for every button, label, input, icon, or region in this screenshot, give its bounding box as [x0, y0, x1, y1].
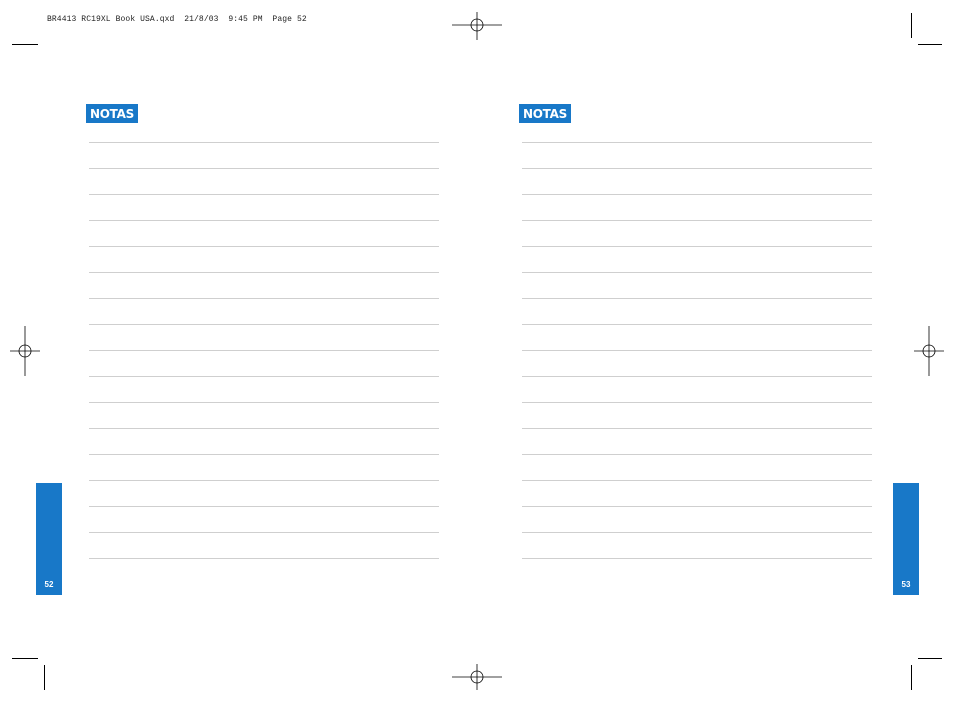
note-line	[522, 325, 872, 351]
note-line	[89, 143, 439, 169]
note-line	[89, 169, 439, 195]
page-number: 53	[901, 580, 911, 589]
note-line	[89, 507, 439, 533]
note-line	[89, 325, 439, 351]
note-line	[522, 429, 872, 455]
note-line	[522, 481, 872, 507]
notes-lines	[89, 117, 439, 559]
note-line	[522, 377, 872, 403]
note-line	[89, 273, 439, 299]
page-tab: 53	[893, 483, 919, 595]
registration-mark-icon	[0, 326, 50, 376]
crop-mark	[44, 665, 45, 690]
note-line	[522, 169, 872, 195]
print-slug-line: BR4413 RC19XL Book USA.qxd 21/8/03 9:45 …	[47, 15, 307, 24]
note-line	[89, 351, 439, 377]
note-line	[89, 221, 439, 247]
note-line	[522, 143, 872, 169]
page-tab: 52	[36, 483, 62, 595]
page-number: 52	[44, 580, 54, 589]
registration-mark-icon	[452, 652, 502, 702]
note-line	[522, 351, 872, 377]
note-line	[89, 299, 439, 325]
note-line	[522, 273, 872, 299]
note-line	[89, 117, 439, 143]
crop-mark	[911, 13, 912, 38]
note-line	[89, 481, 439, 507]
note-line	[89, 247, 439, 273]
notes-lines	[522, 117, 872, 559]
crop-mark	[12, 658, 38, 659]
crop-mark	[911, 665, 912, 690]
note-line	[522, 195, 872, 221]
note-line	[89, 403, 439, 429]
crop-mark	[918, 44, 942, 45]
note-line	[89, 455, 439, 481]
crop-mark	[918, 658, 942, 659]
note-line	[89, 429, 439, 455]
registration-mark-icon	[904, 326, 954, 376]
note-line	[89, 195, 439, 221]
crop-mark	[12, 44, 38, 45]
note-line	[522, 299, 872, 325]
registration-mark-icon	[452, 0, 502, 50]
note-line	[522, 455, 872, 481]
note-line	[522, 533, 872, 559]
note-line	[522, 403, 872, 429]
note-line	[522, 221, 872, 247]
note-line	[522, 117, 872, 143]
note-line	[89, 533, 439, 559]
note-line	[522, 507, 872, 533]
note-line	[522, 247, 872, 273]
note-line	[89, 377, 439, 403]
